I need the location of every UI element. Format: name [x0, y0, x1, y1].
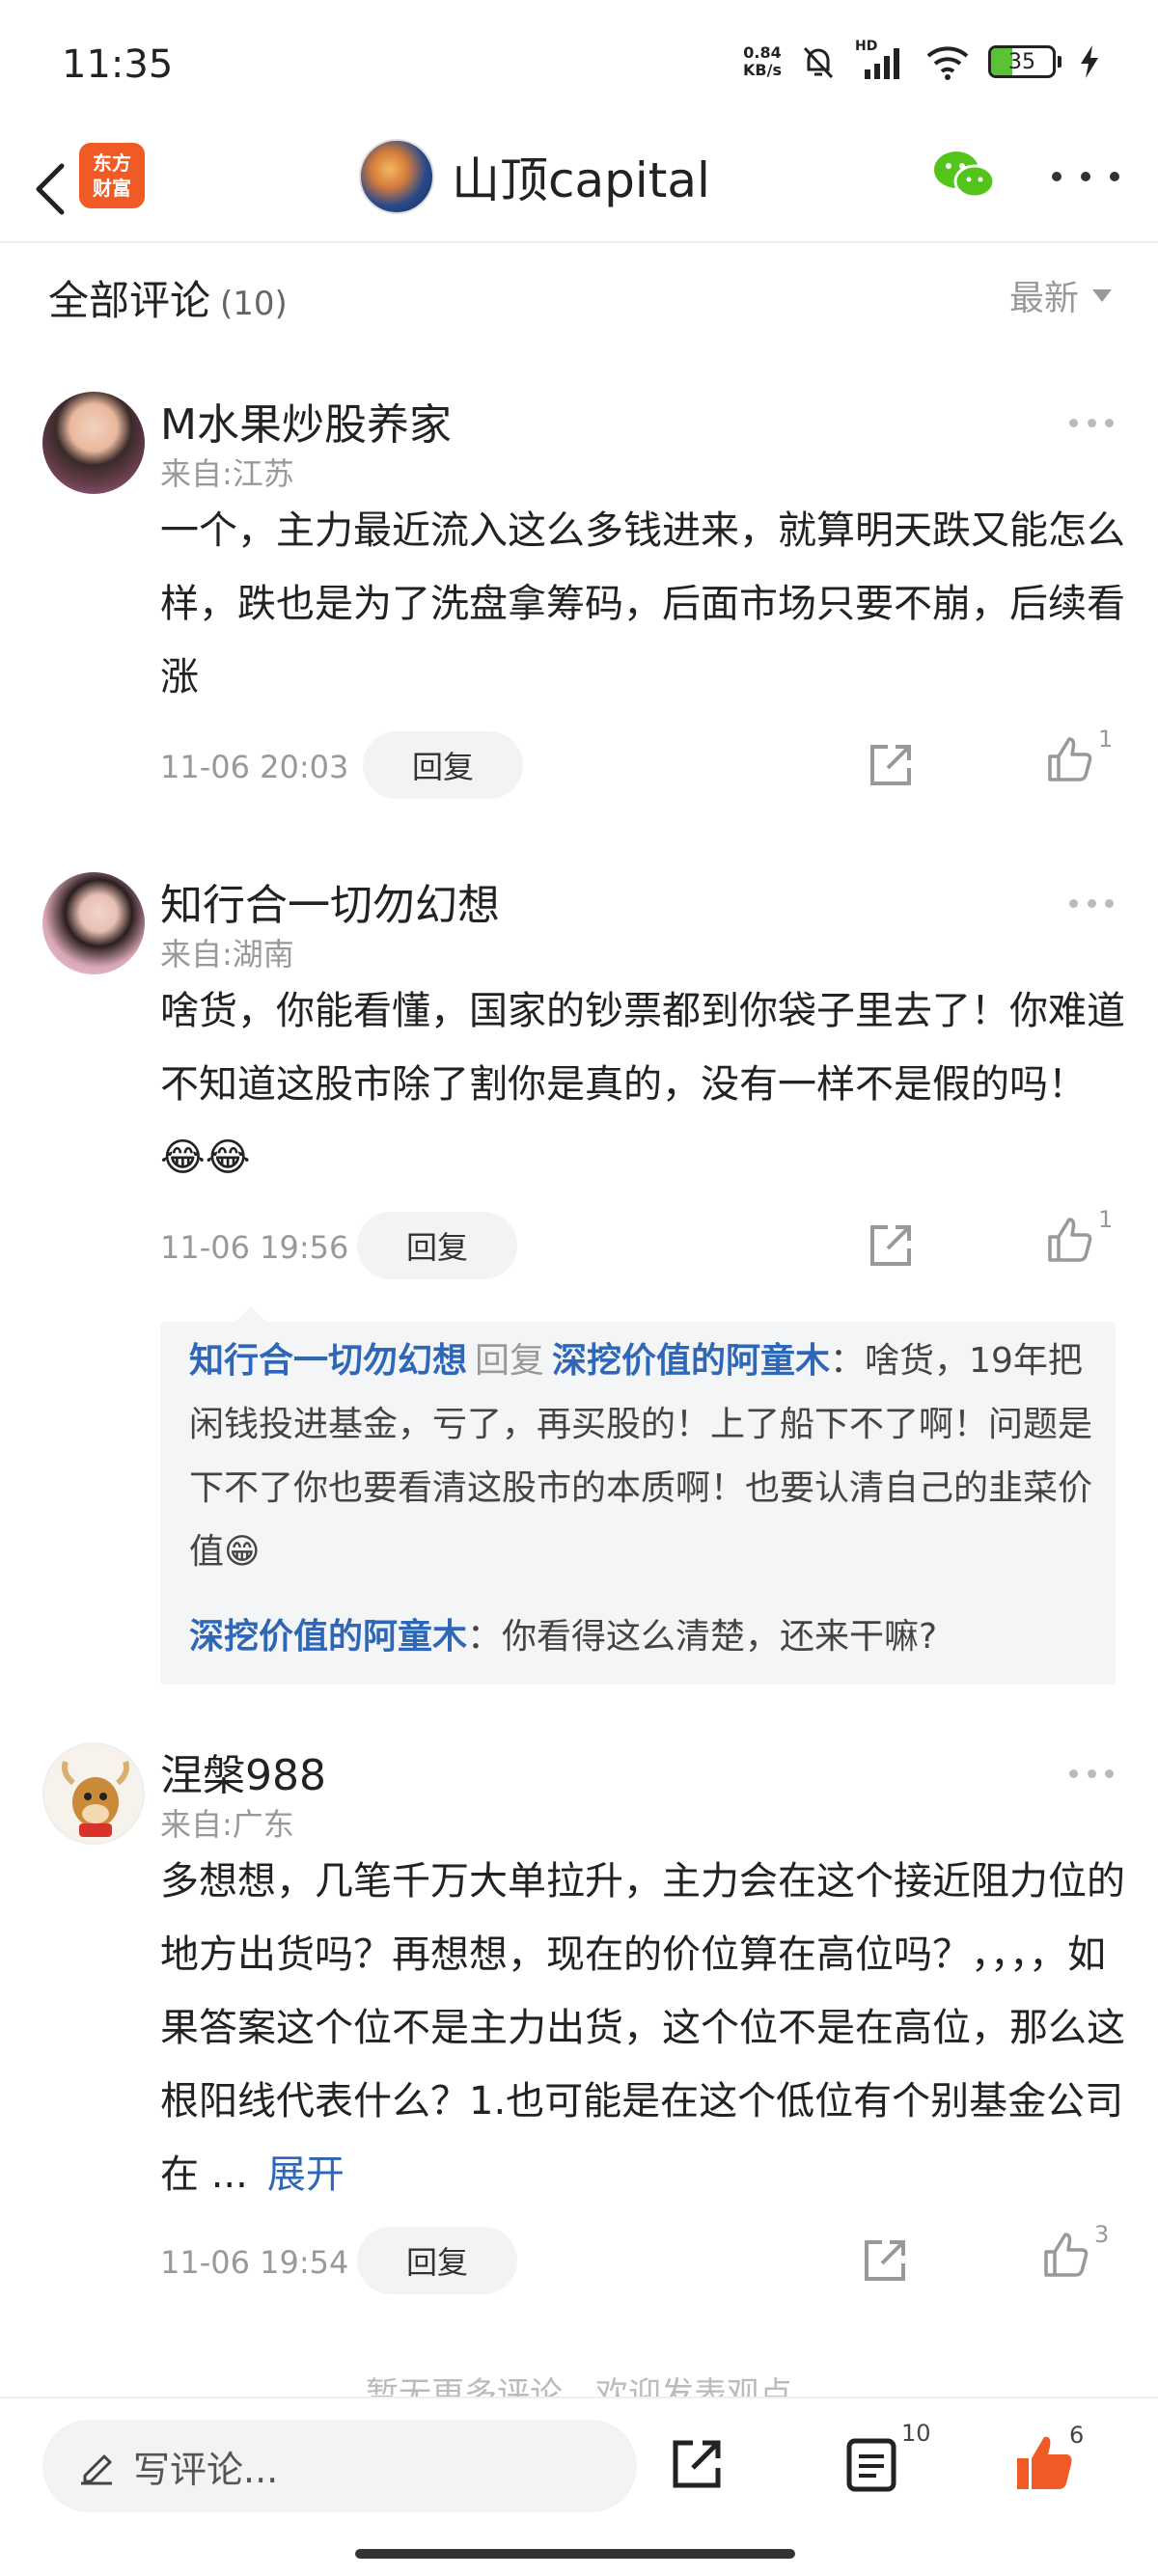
comments-title: 全部评论 (10) [48, 268, 288, 327]
like-total-count: 6 [1069, 2422, 1085, 2449]
comment-count: 10 [901, 2420, 931, 2447]
like-count: 1 [1098, 1206, 1114, 1233]
like-button[interactable]: 1 [1046, 1206, 1114, 1274]
ox-mascot-icon [62, 1761, 129, 1837]
like-button[interactable]: 3 [1042, 2221, 1110, 2288]
reply-button[interactable]: 回复 [357, 2227, 517, 2294]
replies-pointer [235, 1306, 266, 1322]
battery-level: 35 [1008, 49, 1035, 74]
status-time: 11:35 [62, 42, 174, 87]
like-count: 3 [1094, 2221, 1110, 2248]
comment-date: 11-06 19:54 [160, 2244, 349, 2281]
back-button[interactable] [23, 156, 77, 222]
comment-text: 多想想，几笔千万大单拉升，主力会在这个接近阻力位的地方出货吗？再想想，现在的价位… [160, 1845, 1125, 2211]
reply-from-user[interactable]: 深挖价值的阿童木 [189, 1617, 467, 1657]
share-icon[interactable] [861, 2236, 909, 2285]
comments-header: 全部评论 (10) 最新 [0, 245, 1158, 342]
comments-title-text: 全部评论 [48, 277, 211, 324]
sort-label: 最新 [1008, 279, 1079, 318]
pencil-icon [81, 2454, 112, 2485]
caret-down-icon [1092, 288, 1112, 302]
expand-link[interactable]: 展开 [267, 2152, 345, 2197]
network-speed: 0.84 KB/s [743, 44, 782, 79]
home-indicator[interactable] [355, 2549, 795, 2559]
wechat-icon [934, 151, 996, 199]
status-icons: 0.84 KB/s HD 35 [743, 39, 1100, 81]
like-button[interactable]: 1 [1046, 726, 1114, 793]
status-bar: 11:35 0.84 KB/s HD 35 [0, 0, 1158, 135]
user-avatar[interactable] [42, 1742, 145, 1845]
mute-bell-icon [803, 46, 834, 79]
reply-text: ：你看得这么清楚，还来干嘛? [467, 1617, 938, 1657]
charging-icon [1081, 45, 1098, 78]
comment-more-button[interactable] [1069, 1769, 1114, 1781]
reply-item[interactable]: 知行合一切勿幻想 回复 深挖价值的阿童木：啥货，19年把闲钱投进基金，亏了，再买股的… [189, 1329, 1096, 1584]
channel-name: 山顶capital [452, 152, 710, 208]
signal-icon: HD [855, 39, 907, 81]
comment-location: 来自:广东 [160, 1806, 294, 1843]
reply-word: 回复 [475, 1341, 545, 1381]
share-icon[interactable] [867, 741, 915, 789]
more-dot [1110, 172, 1119, 181]
thumbs-up-filled-icon[interactable] [1013, 2431, 1075, 2493]
bottom-toolbar: 写评论... 10 6 [0, 2397, 1158, 2576]
share-icon[interactable] [668, 2435, 726, 2493]
user-avatar[interactable] [42, 872, 145, 974]
more-dot [1052, 172, 1062, 181]
comments-count: (10) [220, 285, 288, 323]
reply-button[interactable]: 回复 [357, 1212, 517, 1279]
battery-indicator: 35 [988, 45, 1056, 78]
comment-username[interactable]: 知行合一切勿幻想 [160, 870, 500, 932]
sort-dropdown[interactable]: 最新 [1009, 270, 1112, 320]
channel-avatar [359, 139, 434, 214]
comment-location: 来自:江苏 [160, 455, 294, 492]
reply-to-user[interactable]: 深挖价值的阿童木 [552, 1341, 830, 1381]
top-navbar: 东方财富 山顶capital [0, 135, 1158, 243]
comment-text-body: 多想想，几笔千万大单拉升，主力会在这个接近阻力位的地方出货吗？再想想，现在的价位… [160, 1859, 1125, 2197]
network-speed-value: 0.84 [743, 43, 782, 62]
network-speed-unit: KB/s [743, 61, 782, 79]
write-comment-input[interactable]: 写评论... [42, 2420, 637, 2512]
comment-location: 来自:湖南 [160, 936, 294, 973]
user-avatar[interactable] [42, 392, 145, 494]
reply-from-user[interactable]: 知行合一切勿幻想 [189, 1341, 467, 1381]
comment-more-button[interactable] [1069, 899, 1114, 911]
wifi-icon [926, 46, 969, 80]
like-count: 1 [1098, 726, 1114, 753]
write-comment-placeholder: 写评论... [133, 2448, 279, 2491]
thumbs-up-icon [1048, 1218, 1092, 1262]
thumbs-up-icon [1048, 737, 1092, 781]
thumbs-up-icon [1044, 2233, 1089, 2277]
more-dot [1081, 172, 1090, 181]
app-logo[interactable]: 东方财富 [79, 143, 145, 208]
comment-text: 一个，主力最近流入这么多钱进来，就算明天跌又能怎么样，跌也是为了洗盘拿筹码，后面… [160, 508, 1125, 699]
comment-more-button[interactable] [1069, 419, 1114, 430]
comment-text: 啥货，你能看懂，国家的钞票都到你袋子里去了！你难道不知道这股市除了割你是真的，没… [160, 989, 1125, 1180]
comments-list-icon[interactable] [845, 2435, 899, 2493]
reply-item[interactable]: 深挖价值的阿童木：你看得这么清楚，还来干嘛? [189, 1605, 1096, 1669]
share-icon[interactable] [867, 1221, 915, 1270]
comment-date: 11-06 19:56 [160, 1229, 349, 1266]
comment-username[interactable]: 涅槃988 [160, 1740, 326, 1802]
battery-cap [1058, 56, 1062, 68]
replies-block[interactable]: 知行合一切勿幻想 回复 深挖价值的阿童木：啥货，19年把闲钱投进基金，亏了，再买股的… [160, 1306, 1116, 1685]
comment-date: 11-06 20:03 [160, 749, 349, 785]
reply-button[interactable]: 回复 [363, 731, 523, 799]
comment-username[interactable]: M水果炒股养家 [160, 390, 452, 452]
wechat-share-button[interactable] [932, 149, 996, 206]
more-options-button[interactable] [1052, 162, 1119, 191]
app-logo-text: 东方财富 [93, 151, 131, 200]
chevron-left-icon [36, 163, 65, 215]
channel-title[interactable]: 山顶capital [359, 139, 710, 214]
